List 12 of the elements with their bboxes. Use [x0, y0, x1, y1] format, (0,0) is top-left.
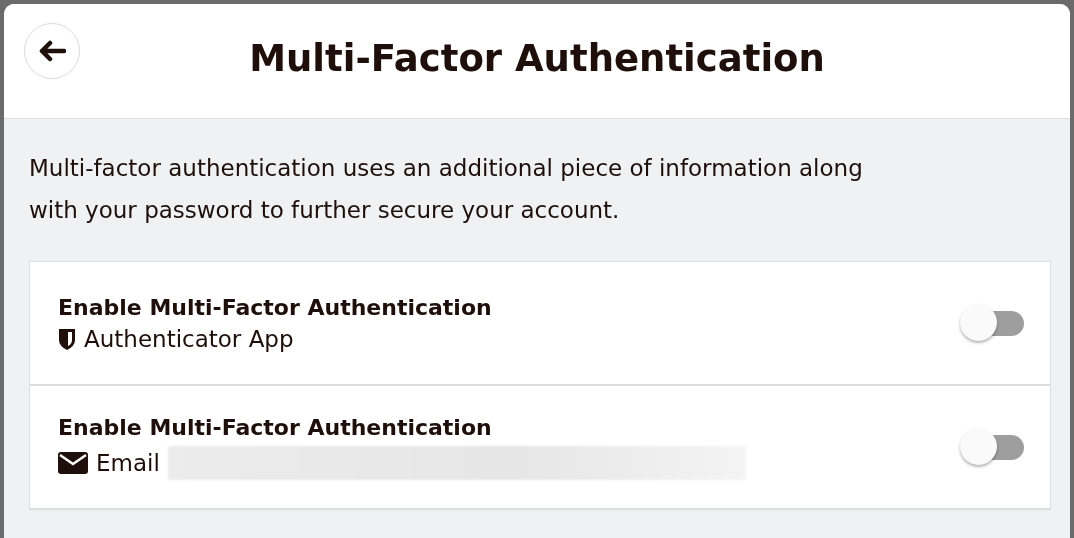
- dialog-title: Multi-Factor Authentication: [249, 36, 825, 80]
- back-button[interactable]: [24, 23, 80, 79]
- toggle-switch[interactable]: [960, 427, 1024, 467]
- option-title: Enable Multi-Factor Authentication: [58, 294, 493, 320]
- shield-icon: [58, 326, 76, 351]
- method-label: Authenticator App: [84, 325, 294, 352]
- envelope-icon: [58, 451, 88, 474]
- toggle-switch[interactable]: [960, 303, 1024, 343]
- option-title: Enable Multi-Factor Authentication: [58, 414, 493, 440]
- back-arrow-icon: [38, 40, 66, 62]
- method-label: Email: [96, 449, 160, 476]
- description-text: Multi-factor authentication uses an additional piece of information along with your password to further secure your account.: [29, 154, 864, 225]
